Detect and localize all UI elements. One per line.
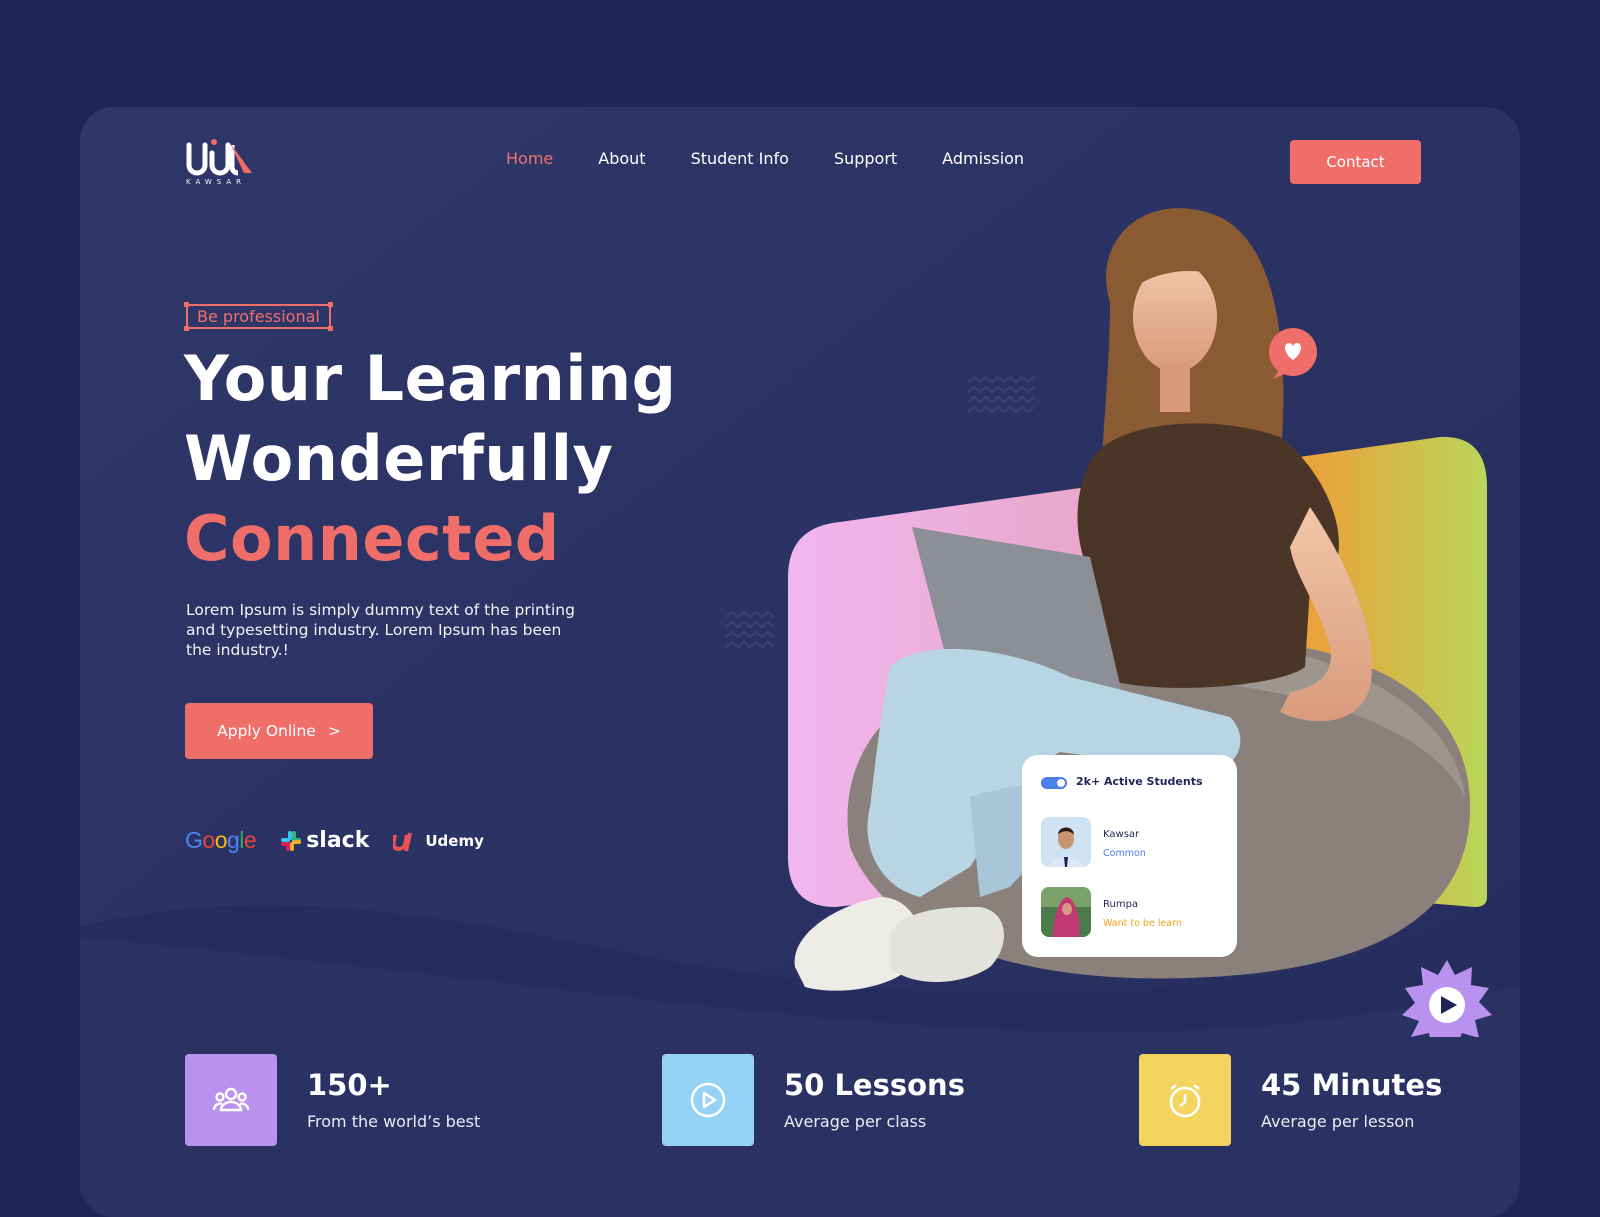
stat-label: Average per class	[784, 1112, 927, 1131]
slack-logo: slack	[280, 828, 369, 853]
avatar	[1041, 887, 1091, 937]
tag-label: Be professional	[197, 307, 320, 326]
stat-value: 45 Minutes	[1261, 1068, 1443, 1102]
alarm-clock-icon	[1139, 1054, 1231, 1146]
chevron-right-icon: >	[327, 722, 341, 740]
shoe-right	[890, 907, 1004, 982]
avatar	[1041, 817, 1091, 867]
tag-corner	[184, 302, 189, 307]
professional-tag: Be professional	[184, 302, 333, 331]
partner-logos: Google slack Udemy	[185, 827, 484, 854]
student-name: Kawsar	[1103, 829, 1140, 840]
nav-home[interactable]: Home	[506, 149, 553, 168]
apply-label: Apply Online	[217, 722, 316, 740]
nav-about[interactable]: About	[598, 149, 645, 168]
nav-admission[interactable]: Admission	[942, 149, 1024, 168]
play-circle-icon	[662, 1054, 754, 1146]
stat-label: Average per lesson	[1261, 1112, 1415, 1131]
nav-student-info[interactable]: Student Info	[691, 149, 789, 168]
brand-subtitle: KAWSAR	[186, 178, 247, 186]
landing-card: KAWSAR Home About Student Info Support A…	[80, 107, 1520, 1217]
hero-description: Lorem Ipsum is simply dummy text of the …	[186, 601, 575, 659]
udemy-wordmark: Udemy	[425, 831, 484, 850]
tag-corner	[327, 326, 333, 331]
slack-wordmark: slack	[306, 828, 370, 853]
main-nav: Home About Student Info Support Admissio…	[506, 149, 1024, 168]
slack-icon	[281, 830, 302, 851]
stat-label: From the world’s best	[307, 1112, 481, 1131]
contact-button[interactable]: Contact	[1290, 140, 1421, 184]
google-logo: Google	[185, 827, 257, 853]
student-role: Common	[1103, 848, 1146, 859]
student-item[interactable]: Kawsar Common	[1041, 817, 1221, 867]
nav-support[interactable]: Support	[834, 149, 897, 168]
student-role: Want to be learn	[1103, 918, 1182, 929]
udemy-icon	[393, 832, 413, 851]
student-name: Rumpa	[1103, 899, 1139, 910]
active-students-card: 2k+ Active Students Kawsar Common Rumpa …	[1022, 755, 1237, 957]
stat-value: 150+	[307, 1068, 392, 1102]
tag-corner	[184, 326, 189, 331]
play-gear	[1402, 960, 1492, 1037]
stat-value: 50 Lessons	[784, 1068, 965, 1102]
students-title: 2k+ Active Students	[1076, 775, 1203, 788]
student-item[interactable]: Rumpa Want to be learn	[1041, 887, 1221, 937]
users-icon	[185, 1054, 277, 1146]
apply-online-button[interactable]: Apply Online >	[185, 703, 373, 759]
active-toggle[interactable]	[1041, 777, 1067, 789]
udemy-logo: Udemy	[393, 829, 484, 853]
tag-corner	[327, 302, 333, 307]
